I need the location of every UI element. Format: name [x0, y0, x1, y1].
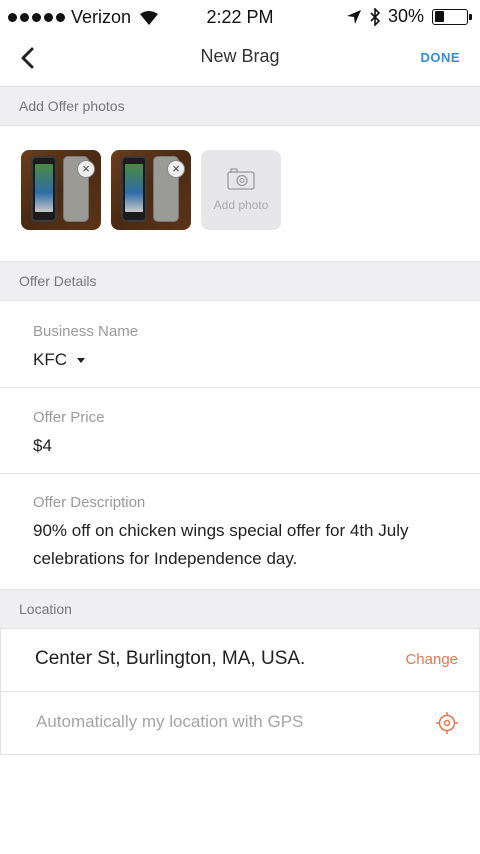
offer-price-field[interactable]: Offer Price $4: [0, 388, 480, 474]
bluetooth-icon: [370, 7, 380, 26]
offer-description-value[interactable]: 90% off on chicken wings special offer f…: [33, 517, 433, 573]
status-bar: Verizon 2:22 PM 30%: [0, 0, 480, 34]
offer-description-field[interactable]: Offer Description 90% off on chicken win…: [0, 474, 480, 589]
location-arrow-icon: [346, 9, 361, 24]
offer-photo-thumbnail[interactable]: ×: [21, 150, 101, 230]
business-name-label: Business Name: [33, 323, 139, 340]
offer-price-label: Offer Price: [33, 409, 105, 426]
navigation-bar: New Brag DONE: [0, 34, 480, 84]
offer-photos-row: × × Add photo: [21, 150, 281, 230]
offer-price-value[interactable]: $4: [33, 436, 480, 456]
offer-photo-thumbnail[interactable]: ×: [111, 150, 191, 230]
camera-icon: [227, 168, 255, 190]
location-section-header: Location: [0, 589, 480, 629]
location-address-row: Center St, Burlington, MA, USA. Change: [0, 629, 480, 692]
crosshair-gps-icon[interactable]: [435, 711, 459, 735]
done-button[interactable]: DONE: [420, 50, 460, 65]
dropdown-caret-icon: [77, 358, 85, 364]
details-section-header: Offer Details: [0, 261, 480, 301]
offer-description-label: Offer Description: [33, 494, 146, 511]
remove-photo-icon[interactable]: ×: [167, 160, 185, 178]
add-photo-button[interactable]: Add photo: [201, 150, 281, 230]
battery-percent: 30%: [387, 6, 424, 26]
status-indicators: 30%: [346, 6, 472, 27]
gps-location-label: Automatically my location with GPS: [36, 712, 304, 731]
change-location-button[interactable]: Change: [405, 651, 458, 668]
battery-level: [434, 11, 444, 22]
location-address: Center St, Burlington, MA, USA.: [35, 648, 306, 669]
gps-location-row[interactable]: Automatically my location with GPS: [0, 692, 480, 755]
phone-front-image: [121, 156, 147, 222]
battery-icon: [432, 8, 472, 25]
phone-front-image: [31, 156, 57, 222]
business-name-field[interactable]: Business Name KFC: [0, 301, 480, 388]
add-photo-label: Add photo: [213, 198, 269, 212]
remove-photo-icon[interactable]: ×: [77, 160, 95, 178]
page-title: New Brag: [200, 46, 280, 66]
business-name-value: KFC: [33, 350, 67, 369]
photos-section-header: Add Offer photos: [0, 86, 480, 126]
business-name-dropdown[interactable]: KFC: [33, 350, 480, 370]
